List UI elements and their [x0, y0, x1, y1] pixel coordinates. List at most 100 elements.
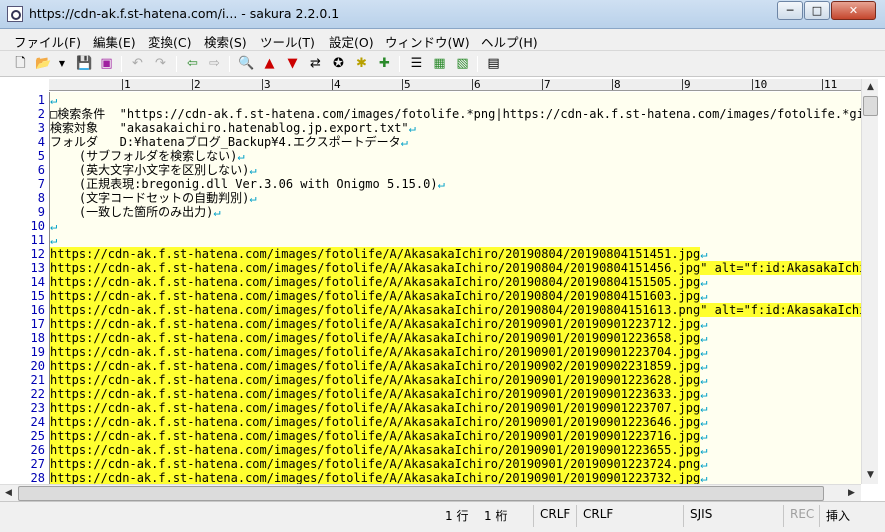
redo-icon[interactable]: ↷ [152, 55, 169, 72]
text-editor[interactable]: ↵ □検索条件 "https://cdn-ak.f.st-hatena.com/i… [49, 92, 861, 484]
maximize-button[interactable]: □ [804, 1, 830, 20]
grep-icon[interactable]: ✱ [353, 55, 370, 72]
status-separator [783, 505, 784, 527]
text-line: https://cdn-ak.f.st-hatena.com/images/fo… [50, 261, 861, 275]
charset[interactable]: SJIS [690, 507, 712, 521]
crlf-mark: ↵ [700, 457, 708, 471]
line-number: 8 [37, 191, 45, 205]
line-number: 23 [30, 401, 45, 415]
scroll-down-icon[interactable]: ▼ [862, 467, 879, 484]
line-number: 12 [30, 247, 45, 261]
text-line: https://cdn-ak.f.st-hatena.com/images/fo… [50, 303, 861, 317]
menu-window[interactable]: ウィンドウ(W) [385, 32, 470, 51]
tag-jump-icon[interactable]: ▧ [454, 55, 471, 72]
crlf-mark: ↵ [700, 373, 708, 387]
line-number: 11 [30, 233, 45, 247]
matched-text: https://cdn-ak.f.st-hatena.com/images/fo… [50, 457, 701, 471]
crlf-mark: ↵ [700, 275, 708, 289]
line-ending-2[interactable]: CRLF [583, 507, 613, 521]
horizontal-scroll-thumb[interactable] [18, 486, 824, 501]
outline-icon[interactable]: ☰ [408, 55, 425, 72]
toolbar-separator [121, 56, 122, 72]
menu-search[interactable]: 検索(S) [204, 32, 247, 51]
text-line: https://cdn-ak.f.st-hatena.com/images/fo… [50, 331, 707, 345]
open-file-icon[interactable]: 📂 [35, 55, 52, 72]
text-line: https://cdn-ak.f.st-hatena.com/images/fo… [50, 443, 707, 457]
replace-icon[interactable]: ⇄ [307, 55, 324, 72]
search-prev-icon[interactable]: ▲ [261, 55, 278, 72]
close-button[interactable]: ✕ [831, 1, 876, 20]
crlf-mark: ↵ [700, 471, 708, 484]
settings-icon[interactable]: ▤ [485, 55, 502, 72]
new-file-icon[interactable]: 🗋 [12, 55, 29, 72]
compare-icon[interactable]: ▦ [431, 55, 448, 72]
crlf-mark: ↵ [700, 289, 708, 303]
crlf-mark: ↵ [213, 205, 221, 219]
text-line: ↵ [50, 233, 57, 247]
line-number: 24 [30, 415, 45, 429]
ruler-mark: 8 [612, 79, 621, 91]
minimize-button[interactable]: ─ [777, 1, 803, 20]
ruler-mark: 4 [332, 79, 341, 91]
dropdown-icon[interactable]: ▼ [57, 55, 67, 72]
line-number-gutter[interactable]: 1 2 3 4 5 6 7 8 9 10 11 12 13 14 15 16 17 18 19 20 21 22 23 24 2… [0, 92, 49, 485]
crlf-mark: ↵ [50, 93, 58, 107]
insert-mode: 挿入 [826, 509, 851, 523]
cursor-row: 1 行 [445, 509, 469, 523]
vertical-scroll-thumb[interactable] [863, 96, 878, 116]
menu-edit[interactable]: 編集(E) [93, 32, 136, 51]
menu-file[interactable]: ファイル(F) [14, 32, 81, 51]
undo-icon[interactable]: ↶ [129, 55, 146, 72]
sakura-app-icon[interactable] [7, 6, 23, 22]
status-separator [819, 505, 820, 527]
save-icon[interactable]: 💾 [76, 55, 93, 72]
ruler-mark: 10 [752, 79, 768, 91]
matched-text: https://cdn-ak.f.st-hatena.com/images/fo… [50, 275, 701, 289]
crlf-mark: ↵ [700, 345, 708, 359]
mark-icon[interactable]: ✪ [330, 55, 347, 72]
column-ruler: 1 2 3 4 5 6 7 8 9 10 11 [49, 79, 861, 91]
crlf-mark: ↵ [700, 359, 708, 373]
crlf-mark: ↵ [700, 429, 708, 443]
search-next-icon[interactable]: ▼ [284, 55, 301, 72]
menu-tools[interactable]: ツール(T) [260, 32, 315, 51]
crlf-mark: ↵ [237, 149, 245, 163]
scroll-left-icon[interactable]: ◀ [0, 485, 17, 502]
window-title: https://cdn-ak.f.st-hatena.com/i... - sa… [29, 6, 340, 21]
matched-text: https://cdn-ak.f.st-hatena.com/images/fo… [50, 359, 701, 373]
jump-forward-icon[interactable]: ⇨ [206, 55, 223, 72]
save-all-icon[interactable]: ▣ [98, 55, 115, 72]
ruler-mark: 1 [122, 79, 131, 91]
matched-text: https://cdn-ak.f.st-hatena.com/images/fo… [50, 317, 701, 331]
line-number: 6 [37, 163, 45, 177]
scroll-right-icon[interactable]: ▶ [843, 485, 860, 502]
crlf-mark: ↵ [700, 317, 708, 331]
horizontal-scrollbar[interactable]: ◀ ▶ [0, 484, 861, 501]
menu-settings[interactable]: 設定(O) [329, 32, 374, 51]
text-line: (サブフォルダを検索しない)↵ [50, 149, 245, 163]
crlf-mark: ↵ [249, 191, 257, 205]
crlf-mark: ↵ [400, 135, 408, 149]
text-line: https://cdn-ak.f.st-hatena.com/images/fo… [50, 429, 707, 443]
line-number: 3 [37, 121, 45, 135]
crlf-mark: ↵ [700, 331, 708, 345]
line-text: 検索対象 "akasakaichiro.hatenablog.jp.export… [50, 121, 409, 135]
text-line: (一致した箇所のみ出力)↵ [50, 205, 221, 219]
menu-help[interactable]: ヘルプ(H) [481, 32, 538, 51]
search-icon[interactable]: 🔍 [238, 55, 255, 72]
text-line: (英大文字小文字を区別しない)↵ [50, 163, 257, 177]
menu-convert[interactable]: 変換(C) [148, 32, 191, 51]
line-number: 19 [30, 345, 45, 359]
scroll-up-icon[interactable]: ▲ [862, 79, 879, 96]
grep-replace-icon[interactable]: ✚ [376, 55, 393, 72]
text-line: ↵ [50, 93, 57, 107]
matched-text: https://cdn-ak.f.st-hatena.com/images/fo… [50, 373, 701, 387]
matched-text: https://cdn-ak.f.st-hatena.com/images/fo… [50, 331, 701, 345]
rec-indicator: REC [790, 507, 815, 521]
text-line: 検索対象 "akasakaichiro.hatenablog.jp.export… [50, 121, 416, 135]
status-separator [576, 505, 577, 527]
crlf-mark: ↵ [50, 219, 58, 233]
line-ending[interactable]: CRLF [540, 507, 570, 521]
vertical-scrollbar[interactable]: ▲ ▼ [861, 79, 878, 484]
jump-back-icon[interactable]: ⇦ [184, 55, 201, 72]
